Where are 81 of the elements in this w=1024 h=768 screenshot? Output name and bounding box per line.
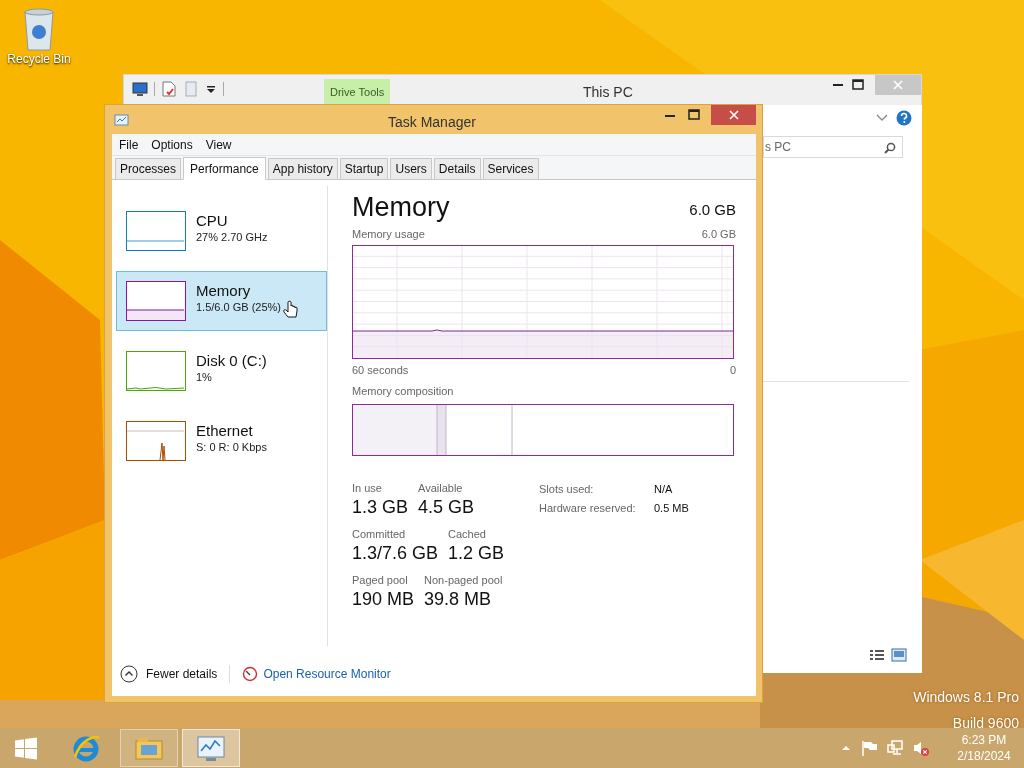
network-icon[interactable] bbox=[887, 740, 903, 756]
tab[interactable]: Users bbox=[390, 158, 432, 179]
chevron-icon[interactable] bbox=[876, 114, 888, 122]
volume-muted-icon[interactable] bbox=[913, 740, 930, 756]
resource-item[interactable]: CPU 27% 2.70 GHz bbox=[116, 201, 327, 261]
axis-label: 0 bbox=[729, 362, 736, 378]
fewer-details-button[interactable]: Fewer details bbox=[120, 665, 218, 683]
resource-reading: 1% bbox=[196, 370, 213, 385]
task-manager-icon bbox=[195, 733, 227, 763]
task-manager-icon bbox=[114, 113, 130, 129]
stat-label: Paged pool bbox=[352, 572, 409, 587]
stat-value: 39.8 MB bbox=[424, 587, 493, 611]
stat-value: 4.5 GB bbox=[418, 495, 475, 519]
tab[interactable]: Processes bbox=[115, 158, 182, 179]
stat-label: Non-paged pool bbox=[424, 572, 503, 587]
tab[interactable]: Startup bbox=[339, 158, 389, 179]
resource-graph bbox=[126, 421, 186, 461]
resource-item[interactable]: Memory 1.5/6.0 GB (25%) bbox=[116, 271, 327, 331]
os-version-text: Build 9600 bbox=[952, 714, 1019, 733]
close-icon bbox=[727, 109, 740, 121]
resource-reading: 1.5/6.0 GB (25%) bbox=[196, 300, 281, 315]
tiles-view-icon[interactable] bbox=[891, 648, 907, 662]
tab[interactable]: Performance bbox=[183, 157, 266, 180]
resource-item[interactable]: Ethernet S: 0 R: 0 Kbps bbox=[116, 411, 327, 471]
axis-label: 60 seconds bbox=[352, 362, 409, 378]
resource-graph bbox=[126, 281, 186, 321]
os-version-text: Windows 8.1 Pro bbox=[913, 688, 1019, 707]
computer-icon[interactable] bbox=[132, 81, 148, 97]
window-title: Task Manager bbox=[388, 113, 476, 132]
document-check-icon[interactable] bbox=[161, 81, 177, 97]
window-title: This PC bbox=[583, 83, 633, 102]
windows-start-icon[interactable] bbox=[15, 736, 37, 760]
stat-label: Cached bbox=[448, 526, 487, 541]
taskbar-app-button[interactable] bbox=[120, 729, 178, 767]
resource-graph bbox=[126, 351, 186, 391]
maximize-icon[interactable] bbox=[687, 108, 701, 122]
stat-label: Hardware reserved: bbox=[539, 501, 637, 516]
stat-label: Committed bbox=[352, 526, 407, 541]
resource-item[interactable]: Disk 0 (C:) 1% bbox=[116, 341, 327, 401]
menu-item[interactable]: View bbox=[199, 135, 238, 154]
details-view-icon[interactable] bbox=[869, 648, 885, 662]
search-icon[interactable] bbox=[884, 142, 896, 154]
graph-label: Memory composition bbox=[352, 384, 455, 399]
stat-value: N/A bbox=[654, 481, 674, 497]
stat-label: Available bbox=[418, 480, 464, 495]
ribbon-tab[interactable]: Drive Tools bbox=[324, 79, 391, 105]
resource-name: Disk 0 (C:) bbox=[196, 351, 267, 370]
resource-name: Ethernet bbox=[196, 421, 254, 440]
stat-value: 1.3 GB bbox=[352, 495, 409, 519]
total-memory: 6.0 GB bbox=[689, 199, 736, 220]
menu-item[interactable]: File bbox=[113, 135, 145, 154]
section-title: Memory bbox=[352, 191, 450, 224]
stat-label: In use bbox=[352, 480, 383, 495]
taskbar-app-button[interactable] bbox=[182, 729, 240, 767]
close-button[interactable] bbox=[711, 105, 756, 125]
stat-label: Slots used: bbox=[539, 481, 595, 497]
show-hidden-icons[interactable] bbox=[841, 743, 851, 753]
tab[interactable]: Services bbox=[482, 158, 539, 179]
resource-name: CPU bbox=[196, 211, 229, 230]
help-icon[interactable] bbox=[896, 110, 912, 126]
graph-max-label: 6.0 GB bbox=[701, 227, 736, 242]
gauge-icon bbox=[242, 666, 259, 682]
graph-label: Memory usage bbox=[352, 227, 425, 242]
flag-icon[interactable] bbox=[861, 740, 877, 756]
resource-name: Memory bbox=[196, 281, 252, 300]
stat-value: 1.2 GB bbox=[448, 541, 505, 565]
resource-reading: S: 0 R: 0 Kbps bbox=[196, 440, 267, 455]
stat-value: 190 MB bbox=[352, 587, 415, 611]
maximize-icon[interactable] bbox=[851, 78, 865, 92]
stat-value: 0.5 MB bbox=[654, 501, 689, 516]
resource-graph bbox=[126, 211, 186, 251]
search-field[interactable]: s PC bbox=[763, 136, 903, 158]
resource-reading: 27% 2.70 GHz bbox=[196, 230, 268, 245]
menu-item[interactable]: Options bbox=[145, 135, 199, 154]
stat-value: 1.3/7.6 GB bbox=[352, 541, 439, 565]
tab[interactable]: App history bbox=[267, 158, 338, 179]
collapse-icon bbox=[120, 665, 138, 683]
hand-cursor-icon bbox=[283, 299, 299, 319]
close-icon bbox=[892, 79, 904, 91]
resource-monitor-link[interactable]: Open Resource Monitor bbox=[263, 665, 391, 683]
tab[interactable]: Details bbox=[433, 158, 481, 179]
